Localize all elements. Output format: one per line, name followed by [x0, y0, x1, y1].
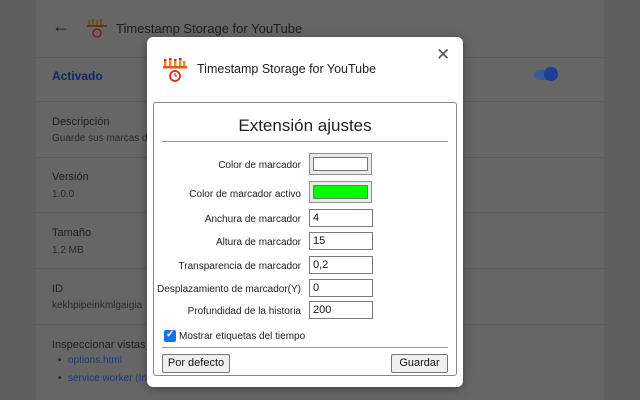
history-depth-input[interactable]: [309, 301, 373, 319]
size-value: 1,2 MB: [52, 245, 84, 256]
size-label: Tamaño: [52, 227, 92, 239]
history-depth-label: Profundidad de la historia: [187, 306, 301, 317]
divider: [162, 347, 448, 348]
bullet: •: [58, 373, 62, 384]
options-dialog: Timestamp Storage for YouTube ✕ Extensió…: [147, 37, 463, 387]
show-time-labels-label: Mostrar etiquetas del tiempo: [179, 331, 306, 342]
marker-height-input[interactable]: [309, 232, 373, 250]
close-icon[interactable]: ✕: [436, 46, 450, 64]
marker-color-picker[interactable]: [309, 153, 372, 175]
default-button[interactable]: Por defecto: [162, 354, 230, 373]
options-link[interactable]: options.html: [68, 355, 122, 366]
id-value: kekhpipeinkmlgaigia: [52, 300, 143, 311]
marker-transparency-input[interactable]: [309, 256, 373, 274]
active-marker-color-swatch: [313, 185, 368, 199]
marker-height-label: Altura de marcador: [215, 237, 301, 248]
enabled-label: Activado: [52, 69, 103, 83]
description-label: Descripción: [52, 116, 110, 128]
active-marker-color-label: Color de marcador activo: [189, 189, 301, 200]
bullet: •: [58, 355, 62, 366]
id-label: ID: [52, 283, 63, 295]
version-label: Versión: [52, 171, 89, 183]
marker-width-label: Anchura de marcador: [204, 214, 301, 225]
extension-logo-icon: [163, 58, 187, 82]
marker-transparency-label: Transparencia de marcador: [178, 261, 301, 272]
marker-offset-label: Desplazamiento de marcador(Y): [157, 284, 301, 295]
marker-color-swatch: [313, 157, 368, 171]
extension-logo-icon: [87, 19, 107, 38]
version-value: 1.0.0: [52, 189, 75, 200]
enabled-toggle-knob[interactable]: [544, 67, 558, 81]
marker-offset-input[interactable]: [309, 279, 373, 297]
show-time-labels-checkbox[interactable]: ✓: [164, 329, 176, 342]
marker-width-input[interactable]: [309, 209, 373, 227]
marker-color-label: Color de marcador: [218, 160, 301, 171]
arrow-left-icon[interactable]: ←: [52, 16, 70, 37]
settings-title: Extensión ajustes: [238, 116, 372, 135]
description-value: Guarde sus marcas d: [52, 133, 148, 144]
inspect-views-label: Inspeccionar vistas: [52, 339, 146, 351]
divider: [162, 141, 448, 142]
settings-panel: Extensión ajustes Color de marcador Colo…: [153, 102, 457, 376]
service-worker-link[interactable]: service worker (In: [68, 373, 147, 384]
dialog-title: Timestamp Storage for YouTube: [197, 62, 377, 76]
active-marker-color-picker[interactable]: [309, 181, 372, 203]
check-icon: ✓: [166, 329, 175, 340]
background-title: Timestamp Storage for YouTube: [116, 21, 303, 36]
save-button[interactable]: Guardar: [391, 354, 448, 373]
